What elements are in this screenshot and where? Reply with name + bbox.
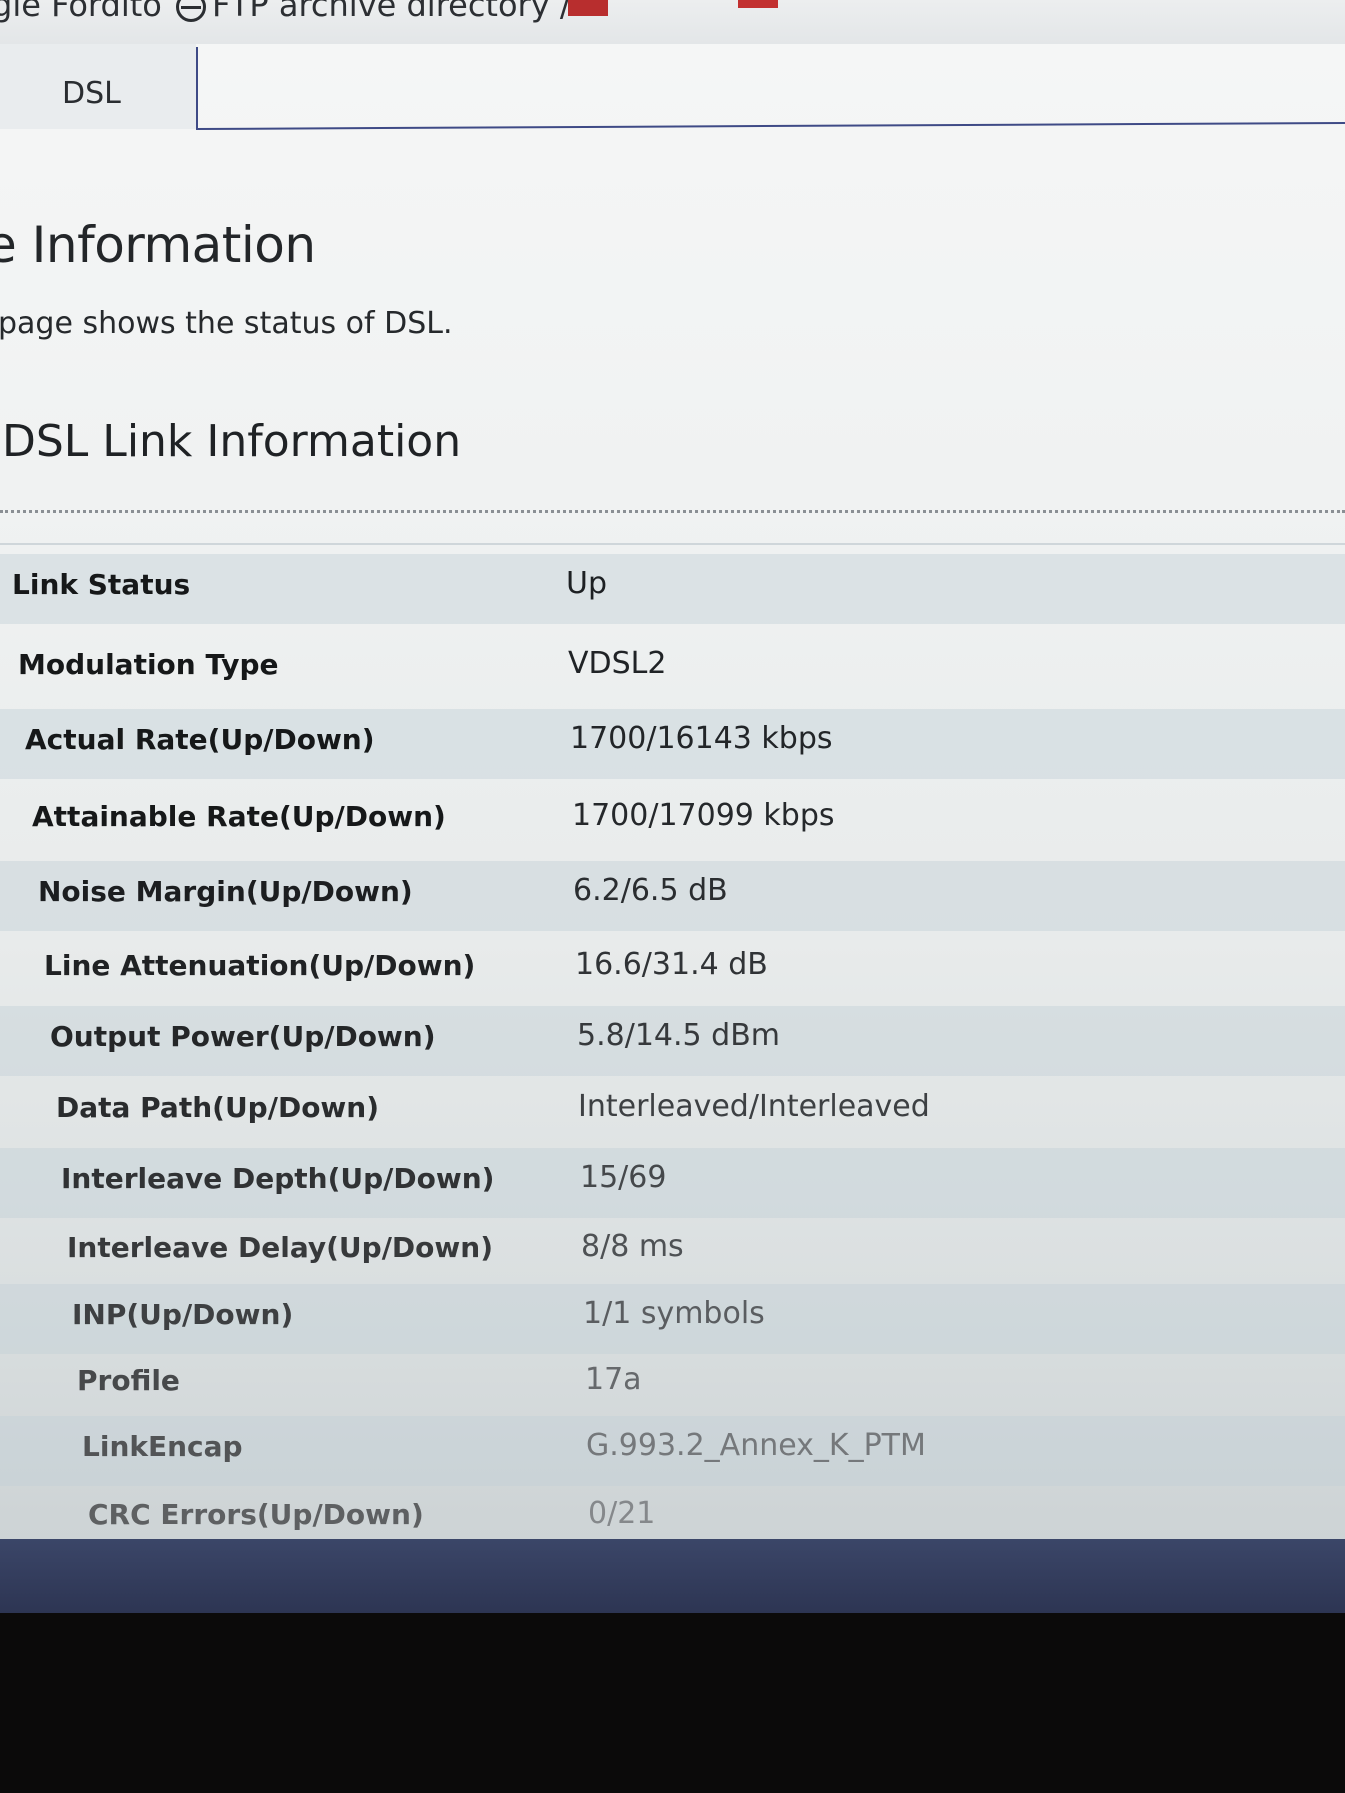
row-label: Interleave Depth(Up/Down) xyxy=(61,1162,495,1195)
table-row: Link Status Up xyxy=(0,554,1345,624)
footer-bar xyxy=(0,1539,1345,1613)
row-label: Data Path(Up/Down) xyxy=(56,1091,380,1124)
bookmark-google-translate[interactable]: gle Fordító xyxy=(0,0,162,24)
row-label: Line Attenuation(Up/Down) xyxy=(44,949,476,982)
table-row: Interleave Delay(Up/Down) 8/8 ms xyxy=(0,1217,1345,1287)
row-value: 1/1 symbols xyxy=(583,1296,765,1331)
row-label: CRC Errors(Up/Down) xyxy=(88,1498,424,1531)
row-value: 17a xyxy=(585,1362,642,1397)
globe-icon xyxy=(176,0,206,22)
row-value: 5.8/14.5 dBm xyxy=(577,1018,780,1053)
row-value: 1700/17099 kbps xyxy=(572,798,835,833)
row-label: INP(Up/Down) xyxy=(72,1298,294,1331)
bookmarks-bar: gle Fordító FTP archive directory / xyxy=(0,0,1345,45)
tab-bar: DSL xyxy=(0,44,1345,134)
divider xyxy=(0,510,1345,513)
table-row: Profile 17a xyxy=(0,1350,1345,1420)
tab-border xyxy=(196,47,198,130)
row-label: Actual Rate(Up/Down) xyxy=(25,723,375,756)
page-description: page shows the status of DSL. xyxy=(0,306,453,341)
row-value: 1700/16143 kbps xyxy=(570,721,833,756)
row-value: Interleaved/Interleaved xyxy=(578,1089,930,1124)
row-label: Noise Margin(Up/Down) xyxy=(38,875,413,908)
row-value: 6.2/6.5 dB xyxy=(573,873,728,908)
tab-label: DSL xyxy=(62,76,121,111)
row-value: G.993.2_Annex_K_PTM xyxy=(586,1428,926,1463)
table-row: Actual Rate(Up/Down) 1700/16143 kbps xyxy=(0,709,1345,779)
row-value: VDSL2 xyxy=(568,646,667,681)
row-value: 8/8 ms xyxy=(581,1229,684,1264)
bookmark-label: gle Fordító xyxy=(0,0,162,24)
section-title: DSL Link Information xyxy=(2,416,462,467)
tab-dsl[interactable]: DSL xyxy=(0,44,196,129)
table-row: LinkEncap G.993.2_Annex_K_PTM xyxy=(0,1416,1345,1486)
row-label: Link Status xyxy=(12,568,191,601)
row-label: Profile xyxy=(77,1364,180,1397)
table-row: Modulation Type VDSL2 xyxy=(0,634,1345,704)
bookmark-label: FTP archive directory / xyxy=(212,0,571,24)
row-value: 0/21 xyxy=(588,1496,656,1531)
divider xyxy=(0,543,1345,545)
row-label: Modulation Type xyxy=(18,648,279,681)
page-title: e Information xyxy=(0,216,316,274)
row-label: LinkEncap xyxy=(82,1430,243,1463)
row-label: Attainable Rate(Up/Down) xyxy=(32,800,446,833)
table-row: Data Path(Up/Down) Interleaved/Interleav… xyxy=(0,1077,1345,1147)
bookmark-ftp-archive[interactable]: FTP archive directory / xyxy=(176,0,571,24)
table-row: Interleave Depth(Up/Down) 15/69 xyxy=(0,1148,1345,1218)
bookmark-favicon[interactable] xyxy=(738,0,778,8)
table-row: INP(Up/Down) 1/1 symbols xyxy=(0,1284,1345,1354)
row-label: Output Power(Up/Down) xyxy=(50,1020,436,1053)
table-row: Line Attenuation(Up/Down) 16.6/31.4 dB xyxy=(0,935,1345,1005)
bookmark-favicon[interactable] xyxy=(568,0,608,16)
monitor-bezel xyxy=(0,1613,1345,1793)
table-row: Noise Margin(Up/Down) 6.2/6.5 dB xyxy=(0,861,1345,931)
table-row: Attainable Rate(Up/Down) 1700/17099 kbps xyxy=(0,786,1345,856)
tab-border xyxy=(195,121,1345,130)
row-value: 16.6/31.4 dB xyxy=(575,947,768,982)
router-status-page: DSL e Information page shows the status … xyxy=(0,44,1345,1539)
row-value: Up xyxy=(566,566,608,601)
row-value: 15/69 xyxy=(580,1160,667,1195)
row-label: Interleave Delay(Up/Down) xyxy=(67,1231,494,1264)
table-row: Output Power(Up/Down) 5.8/14.5 dBm xyxy=(0,1006,1345,1076)
